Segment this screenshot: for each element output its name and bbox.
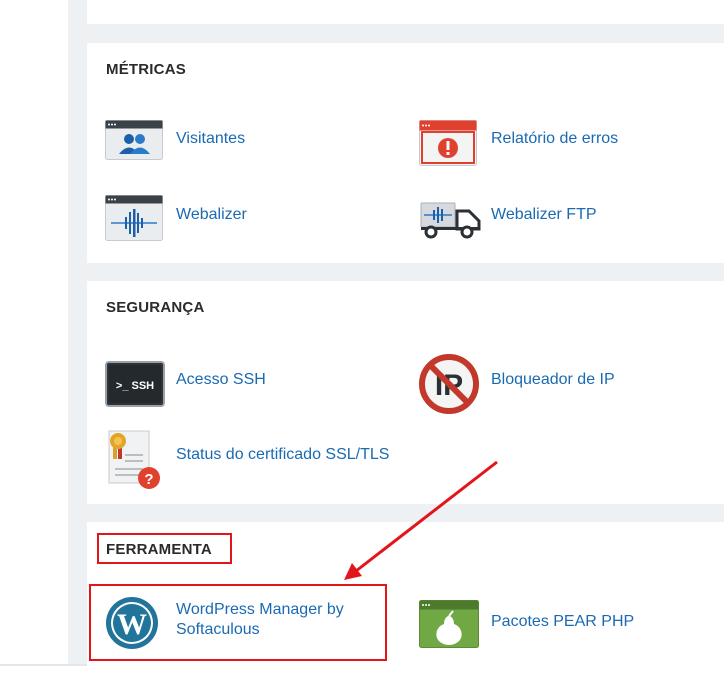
webalizer-ftp-link[interactable]: Webalizer FTP <box>419 195 659 241</box>
ssl-status-label: Status do certificado SSL/TLS <box>176 446 390 463</box>
section-ferramenta: FERRAMENTA W WordPress Manager by Softac… <box>87 522 724 667</box>
error-report-icon <box>419 120 477 166</box>
ssh-icon-text: >_ SSH <box>116 380 154 392</box>
ip-blocker-icon: IP <box>419 354 479 414</box>
previous-section-panel <box>87 0 724 24</box>
visitors-label: Visitantes <box>176 130 246 147</box>
ferramenta-title-highlight <box>97 533 232 564</box>
error-report-link[interactable]: Relatório de erros <box>419 120 659 166</box>
ssl-certificate-icon: ? <box>108 430 160 489</box>
ip-blocker-link[interactable]: IP Bloqueador de IP <box>418 353 678 415</box>
section-title-seguranca: SEGURANÇA <box>106 299 205 316</box>
ssh-access-label: Acesso SSH <box>176 371 266 388</box>
webalizer-icon <box>105 195 163 241</box>
ssh-icon: >_ SSH <box>105 361 165 407</box>
section-title-metricas: MÉTRICAS <box>106 61 186 78</box>
pear-packages-link[interactable]: Pacotes PEAR PHP <box>419 600 659 648</box>
webalizer-label: Webalizer <box>176 206 247 223</box>
wordpress-manager-highlight <box>89 584 387 661</box>
webalizer-ftp-label: Webalizer FTP <box>491 206 597 223</box>
webalizer-link[interactable]: Webalizer <box>105 195 305 241</box>
webalizer-ftp-icon <box>420 202 481 239</box>
section-metricas: MÉTRICAS Visitantes Relatório de erros W… <box>87 43 724 263</box>
pear-icon <box>419 600 479 648</box>
visitors-icon <box>105 120 163 160</box>
ip-blocker-label: Bloqueador de IP <box>491 371 615 388</box>
ssl-status-link[interactable]: ? Status do certificado SSL/TLS <box>105 427 445 491</box>
error-report-label: Relatório de erros <box>491 130 619 147</box>
ssh-access-link[interactable]: >_ SSH Acesso SSH <box>105 361 305 407</box>
visitors-link[interactable]: Visitantes <box>105 120 305 160</box>
section-seguranca: SEGURANÇA >_ SSH Acesso SSH IP Bloqueado… <box>87 281 724 504</box>
svg-text:?: ? <box>144 471 153 488</box>
pear-packages-label: Pacotes PEAR PHP <box>491 613 635 630</box>
